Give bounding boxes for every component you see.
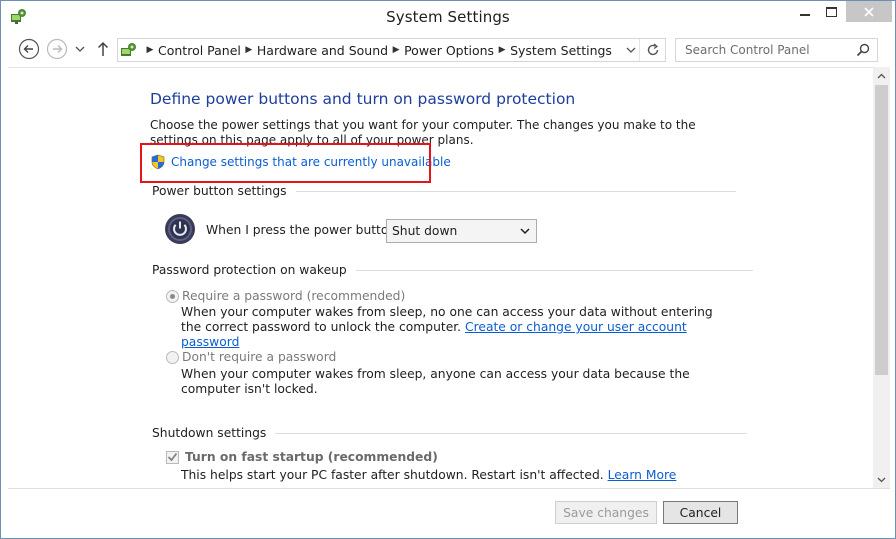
require-password-label: Require a password (recommended) (182, 289, 406, 303)
breadcrumb-power-options[interactable]: Power Options (404, 43, 494, 58)
forward-button[interactable] (46, 38, 68, 60)
password-protection-section: Password protection on wakeup (152, 263, 753, 277)
power-button-action-select[interactable]: Shut down (386, 219, 537, 243)
chevron-down-icon (877, 477, 886, 482)
page-title: Define power buttons and turn on passwor… (150, 90, 576, 108)
back-arrow-icon (18, 38, 40, 60)
footer-bar: Save changes Cancel (8, 488, 890, 533)
scroll-up-button[interactable] (873, 67, 890, 84)
breadcrumb-hardware-and-sound[interactable]: Hardware and Sound (257, 43, 388, 58)
fast-startup-help-text: This helps start your PC faster after sh… (181, 468, 604, 482)
forward-arrow-icon (46, 38, 68, 60)
chevron-down-icon (75, 46, 85, 52)
chevron-down-icon (520, 228, 530, 235)
close-button[interactable] (846, 1, 892, 22)
maximize-button[interactable] (817, 1, 845, 23)
section-divider (355, 269, 753, 271)
recent-locations-button[interactable] (72, 38, 88, 60)
window: System Settings ▶ Control Panel ▶ Hardwa… (0, 0, 896, 539)
breadcrumb-system-settings[interactable]: System Settings (510, 43, 612, 58)
scroll-down-button[interactable] (873, 471, 890, 488)
section-title: Shutdown settings (152, 426, 267, 440)
search-box[interactable] (675, 38, 878, 62)
search-input[interactable] (683, 42, 853, 58)
radio-button-selected[interactable] (166, 289, 179, 303)
require-password-help: When your computer wakes from sleep, no … (181, 305, 716, 350)
breadcrumb-control-panel[interactable]: Control Panel (158, 43, 241, 58)
power-button-settings-section: Power button settings (152, 184, 736, 198)
select-value: Shut down (392, 224, 458, 238)
chevron-down-icon (626, 47, 636, 53)
chevron-right-icon[interactable]: ▶ (241, 45, 257, 55)
up-arrow-icon (97, 41, 109, 56)
dont-require-password-radio[interactable]: Don't require a password (166, 350, 336, 364)
breadcrumb: ▶ Control Panel ▶ Hardware and Sound ▶ P… (142, 43, 612, 58)
scrollbar-thumb[interactable] (875, 85, 888, 375)
dont-require-password-label: Don't require a password (182, 350, 337, 364)
title-bar: System Settings (1, 1, 895, 33)
close-icon (864, 6, 874, 17)
fast-startup-label: Turn on fast startup (recommended) (185, 450, 438, 464)
up-button[interactable] (93, 38, 113, 60)
window-title: System Settings (386, 8, 510, 26)
radio-button[interactable] (166, 350, 179, 364)
minimize-button[interactable] (791, 1, 819, 23)
power-icon (164, 213, 196, 245)
section-divider (295, 190, 736, 192)
address-history-button[interactable] (623, 39, 639, 61)
vertical-scrollbar[interactable] (873, 67, 890, 488)
navigation-bar: ▶ Control Panel ▶ Hardware and Sound ▶ P… (1, 35, 895, 65)
chevron-up-icon (877, 73, 886, 78)
checkmark-icon (167, 453, 178, 462)
chevron-right-icon[interactable]: ▶ (388, 45, 404, 55)
refresh-button[interactable] (639, 39, 665, 61)
refresh-icon (647, 43, 658, 56)
control-panel-icon (120, 40, 142, 60)
fast-startup-checkbox[interactable]: Turn on fast startup (recommended) (166, 450, 438, 464)
save-changes-button[interactable]: Save changes (555, 501, 657, 524)
main-content: Define power buttons and turn on passwor… (8, 67, 873, 488)
power-button-label: When I press the power button: (206, 223, 401, 237)
learn-more-link[interactable]: Learn More (608, 468, 677, 482)
chevron-right-icon[interactable]: ▶ (142, 45, 158, 55)
section-title: Password protection on wakeup (152, 263, 347, 277)
address-bar[interactable]: ▶ Control Panel ▶ Hardware and Sound ▶ P… (117, 38, 666, 62)
section-divider (275, 432, 748, 434)
fast-startup-help: This helps start your PC faster after sh… (181, 468, 676, 483)
back-button[interactable] (18, 38, 40, 60)
section-title: Power button settings (152, 184, 287, 198)
cancel-button[interactable]: Cancel (663, 501, 738, 524)
highlight-box (140, 143, 431, 183)
shutdown-settings-section: Shutdown settings (152, 426, 748, 440)
search-icon[interactable] (856, 43, 870, 57)
dont-require-password-help: When your computer wakes from sleep, any… (181, 367, 690, 396)
chevron-right-icon[interactable]: ▶ (494, 45, 510, 55)
require-password-radio[interactable]: Require a password (recommended) (166, 289, 405, 303)
checkbox[interactable] (166, 450, 179, 464)
